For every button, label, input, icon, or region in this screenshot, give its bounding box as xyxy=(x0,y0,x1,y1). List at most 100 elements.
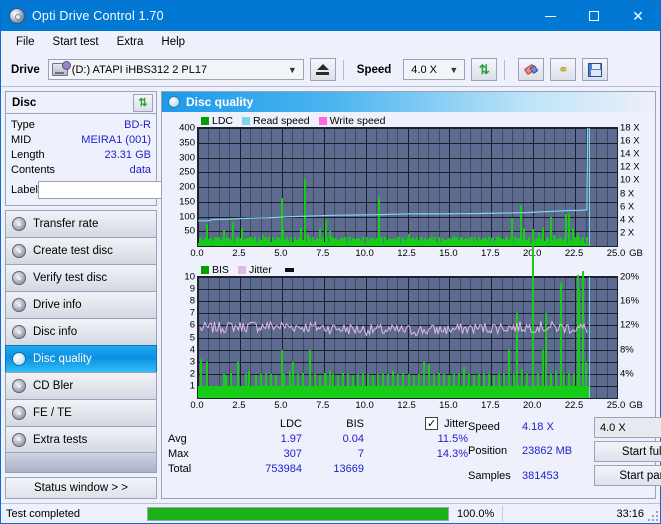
disc-row-value: BD-R xyxy=(124,118,151,131)
stats-avg-ldc: 1.97 xyxy=(280,433,302,445)
x-tick-label: 22.5 xyxy=(564,248,584,259)
maximize-icon xyxy=(589,11,599,21)
drive-select[interactable]: (D:) ATAPI iHBS312 2 PL17 ▼ xyxy=(47,59,304,80)
stats-max-jitter: 14.3% xyxy=(436,448,468,460)
sidebar-item-label: Transfer rate xyxy=(33,218,99,230)
page-title: Disc quality xyxy=(186,95,254,109)
save-button[interactable] xyxy=(582,58,609,81)
y2-tick-label: 14 X xyxy=(620,148,640,160)
x-tick-label: 5.0 xyxy=(274,248,288,259)
ldc-y-axis: 50 100 150 200 250 300 350 400 xyxy=(165,123,197,245)
x-tick-label: 2.5 xyxy=(232,400,246,411)
stats-row-key: Total xyxy=(168,463,192,475)
y-tick-label: 10 xyxy=(184,271,195,283)
disc-row-value: data xyxy=(129,163,151,176)
sidebar-item-label: Verify test disc xyxy=(33,272,108,284)
chart-line-overlay xyxy=(199,320,588,337)
disc-refresh-button[interactable]: ⇅ xyxy=(133,93,153,112)
x-tick-label: 2.5 xyxy=(232,248,246,259)
y-tick-label: 50 xyxy=(184,225,195,237)
speed-select[interactable]: 4.0 X ▼ xyxy=(403,59,466,80)
window-controls: ✕ xyxy=(528,1,660,31)
stats-avg-bis: 0.04 xyxy=(342,433,364,445)
menu-item-file[interactable]: File xyxy=(7,34,44,50)
chevron-down-icon: ▼ xyxy=(449,64,459,75)
sidebar-item-label: CD Bler xyxy=(33,380,74,392)
disc-row-key: MID xyxy=(11,133,32,146)
start-full-button[interactable]: Start full xyxy=(594,441,661,462)
test-controls: 4.0 X ▼ Start full Start part xyxy=(594,417,661,486)
y-tick-label: 2 xyxy=(189,368,195,380)
sidebar-item-fe-te[interactable]: FE / TE xyxy=(5,399,157,426)
stats-row-key: Avg xyxy=(168,433,187,445)
sidebar-item-verify-test-disc[interactable]: Verify test disc xyxy=(5,264,157,291)
resize-grip[interactable] xyxy=(646,509,658,521)
menu-item-start-test[interactable]: Start test xyxy=(44,34,108,50)
drive-icon xyxy=(51,61,71,76)
sidebar-item-extra-tests[interactable]: Extra tests xyxy=(5,426,157,453)
disc-row-contents: Contents data xyxy=(11,162,151,177)
x-tick-label: 17.5 xyxy=(481,248,500,259)
disc-icon xyxy=(12,217,26,231)
window-title: Opti Drive Control 1.70 xyxy=(32,9,164,23)
disc-row-type: Type BD-R xyxy=(11,117,151,132)
disc-row-key: Length xyxy=(11,148,45,161)
drive-label: Drive xyxy=(11,63,40,76)
keys-button[interactable]: ⚭ xyxy=(550,58,577,81)
sidebar-item-label: Create test disc xyxy=(33,245,113,257)
disc-label-row: Label xyxy=(11,180,240,200)
stats-total-ldc: 753984 xyxy=(265,463,302,475)
main-header: Disc quality xyxy=(162,92,655,112)
maximize-button[interactable] xyxy=(572,1,616,31)
refresh-button[interactable]: ⇅ xyxy=(471,58,498,81)
menu-item-help[interactable]: Help xyxy=(152,34,194,50)
main-panel: Disc quality LDC Read speed Write speed … xyxy=(161,91,661,499)
y2-tick-label: 16% xyxy=(620,295,640,307)
x-tick-label: 25.0 xyxy=(606,400,626,411)
start-part-button[interactable]: Start part xyxy=(594,465,661,486)
sidebar-item-label: Disc info xyxy=(33,326,78,338)
disc-icon xyxy=(12,406,26,420)
ldc-plot-area[interactable] xyxy=(197,127,618,247)
sidebar-item-disc-quality[interactable]: Disc quality xyxy=(5,345,157,372)
sidebar-item-create-test-disc[interactable]: Create test disc xyxy=(5,237,157,264)
disc-icon xyxy=(168,96,180,108)
chevron-down-icon: ▼ xyxy=(287,64,297,75)
sidebar-item-disc-info[interactable]: Disc info xyxy=(5,318,157,345)
toolbar-divider-2 xyxy=(504,59,506,80)
app-icon xyxy=(9,8,25,24)
disc-row-length: Length 23.31 GB xyxy=(11,147,151,162)
disc-icon xyxy=(12,352,26,366)
body: Disc ⇅ Type BD-R MID MEIRA1 (001) Length… xyxy=(1,87,661,503)
disc-label-key: Label xyxy=(11,184,38,196)
sidebar-item-drive-info[interactable]: Drive info xyxy=(5,291,157,318)
erase-button[interactable] xyxy=(518,58,545,81)
close-icon: ✕ xyxy=(632,8,644,24)
bis-plot-area[interactable] xyxy=(197,228,618,399)
y-tick-label: 250 xyxy=(179,166,195,178)
readout-grid: Speed 4.18 X Position 23862 MB Samples 3… xyxy=(468,417,592,486)
y-tick-label: 100 xyxy=(179,211,195,222)
y2-tick-label: 8% xyxy=(620,344,634,356)
sidebar-item-transfer-rate[interactable]: Transfer rate xyxy=(5,210,157,237)
minimize-button[interactable] xyxy=(528,1,572,31)
eject-button[interactable] xyxy=(309,58,336,81)
ldc-x-axis: 0.02.55.07.510.012.515.017.520.022.525.0… xyxy=(190,247,642,261)
progress-fill xyxy=(148,507,448,520)
y2-tick-label: 4 X xyxy=(620,214,635,226)
y2-tick-label: 12% xyxy=(620,319,640,331)
menu-item-extra[interactable]: Extra xyxy=(108,34,153,50)
status-window-button[interactable]: Status window > > xyxy=(5,477,157,499)
close-button[interactable]: ✕ xyxy=(616,1,660,31)
jitter-checkbox[interactable]: ✓ xyxy=(425,417,439,430)
x-tick-label: 15.0 xyxy=(439,400,458,411)
x-tick-label: 17.5 xyxy=(481,400,500,411)
y-tick-label: 300 xyxy=(179,152,195,163)
x-tick-label: 7.5 xyxy=(316,248,330,259)
test-speed-select[interactable]: 4.0 X ▼ xyxy=(594,417,661,438)
sidebar-item-cd-bler[interactable]: CD Bler xyxy=(5,372,157,399)
disc-row-value: 23.31 GB xyxy=(104,148,151,161)
y2-tick-label: 12 X xyxy=(620,161,640,173)
legend-label: Read speed xyxy=(253,114,310,127)
sidebar-filler xyxy=(5,453,157,473)
